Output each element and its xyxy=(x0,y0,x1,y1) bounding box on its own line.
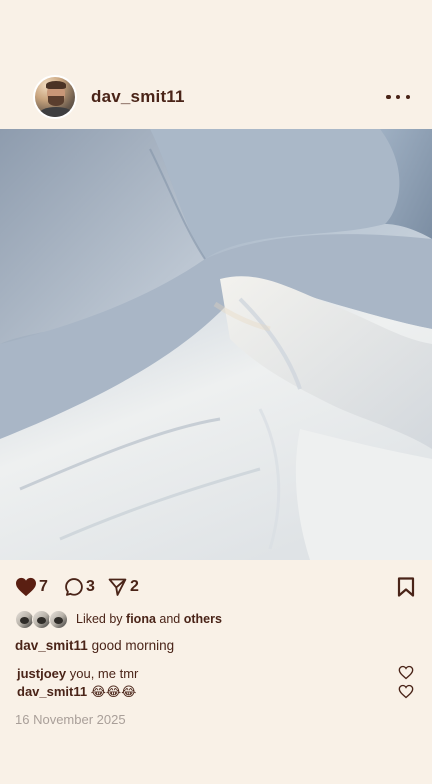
liked-by-text: Liked by fiona and others xyxy=(76,612,222,626)
comment-username[interactable]: justjoey xyxy=(17,666,66,681)
liked-by-others[interactable]: others xyxy=(184,612,222,626)
caption-text: good morning xyxy=(91,638,175,653)
like-count: 7 xyxy=(39,578,48,595)
comment-text: you, me tmr xyxy=(69,666,139,681)
post-username[interactable]: dav_smit11 xyxy=(91,87,185,107)
comment-item: dav_smit11 😂😂😂 xyxy=(17,684,136,700)
comment-like-button[interactable] xyxy=(398,684,414,704)
caption-username[interactable]: dav_smit11 xyxy=(15,638,88,653)
avatar[interactable] xyxy=(33,75,77,119)
comment-item: justjoey you, me tmr xyxy=(17,666,138,681)
comment-button[interactable]: 3 xyxy=(64,575,95,599)
comment-username[interactable]: dav_smit11 xyxy=(17,684,87,699)
heart-outline-icon xyxy=(398,684,414,699)
post-header: dav_smit11 xyxy=(0,75,432,119)
bookmark-icon xyxy=(397,577,415,597)
liked-by-prefix: Liked by xyxy=(76,612,123,626)
comment-bubble-icon xyxy=(65,578,83,596)
save-button[interactable] xyxy=(397,577,415,602)
comment-like-button[interactable] xyxy=(398,665,414,685)
comment-count: 3 xyxy=(86,578,95,595)
heart-outline-icon xyxy=(398,665,414,680)
heart-filled-icon xyxy=(16,577,36,597)
post-actions: 7 3 2 xyxy=(0,575,432,599)
post-date: 16 November 2025 xyxy=(15,712,126,727)
more-options-icon[interactable] xyxy=(386,89,410,105)
send-icon xyxy=(108,578,127,596)
liked-by-row[interactable]: Liked by fiona and others xyxy=(15,609,222,629)
post-image[interactable] xyxy=(0,129,432,560)
bed-sheets-photo xyxy=(0,129,432,560)
liked-by-name[interactable]: fiona xyxy=(126,612,156,626)
post-caption: dav_smit11 good morning xyxy=(15,638,174,653)
comment-text: 😂😂😂 xyxy=(90,684,137,699)
share-button[interactable]: 2 xyxy=(107,575,139,599)
liker-avatar xyxy=(49,609,68,629)
liked-by-and: and xyxy=(159,612,181,626)
like-button[interactable]: 7 xyxy=(15,575,48,599)
avatar-image xyxy=(35,77,75,117)
share-count: 2 xyxy=(130,578,139,595)
